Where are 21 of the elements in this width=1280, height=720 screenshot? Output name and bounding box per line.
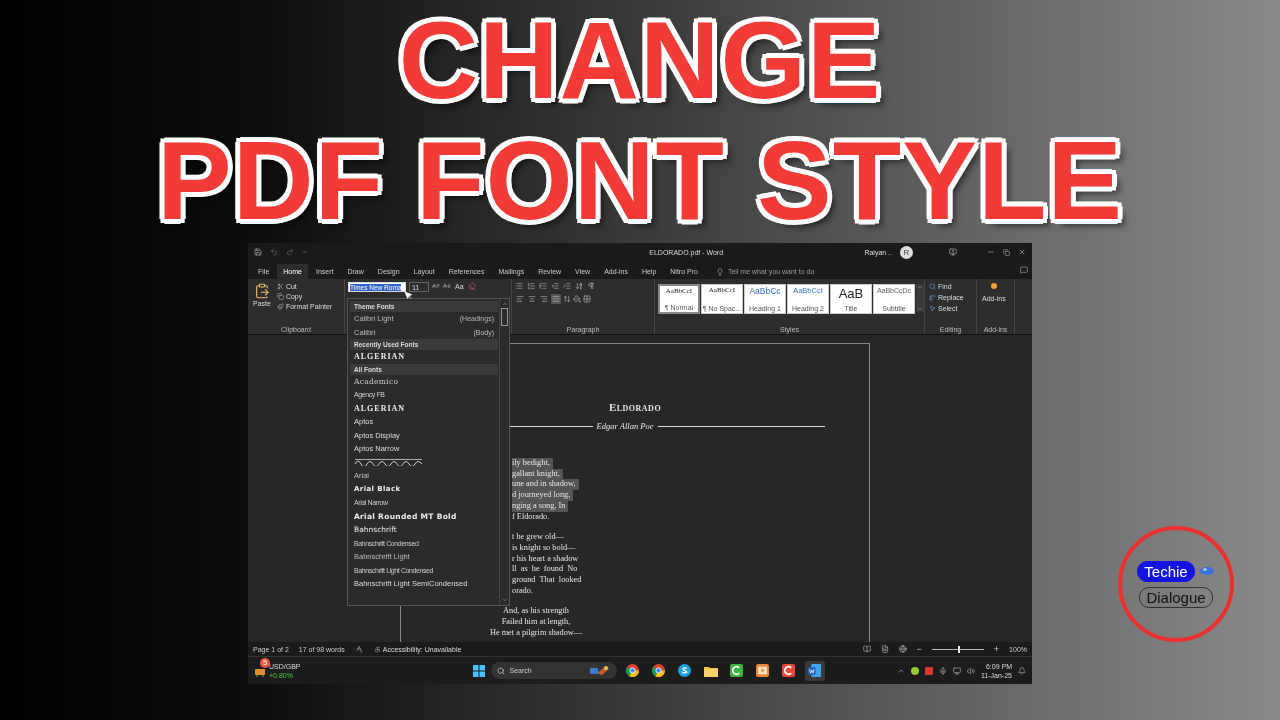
headline: CHANGE (398, 0, 882, 120)
poem-line: r his heart a shadow (512, 553, 579, 565)
logo-word: Techie (1137, 560, 1195, 582)
poem-line: Failed him at length, (501, 617, 571, 628)
poem-line: ll as he found No (512, 564, 578, 576)
document-title: Eldorado (608, 401, 662, 413)
zoom-out-button[interactable]: − (916, 644, 922, 654)
user-avatar[interactable]: R (900, 245, 913, 259)
poem-line: is knight so bold— (512, 542, 576, 554)
headline: PDF FONT STYLE (157, 121, 1123, 243)
poem-line: orado. (512, 585, 533, 597)
poem-line: ground That looked (512, 575, 582, 586)
font-option[interactable]: ALGERIAN (350, 401, 498, 415)
logo-word: Dialogue (1139, 586, 1213, 608)
poem-line: He met a pilgrim shadow— (489, 627, 583, 639)
poem-line: f Eldorado. (512, 511, 550, 523)
author-name: Edgar Allan Poe (596, 421, 654, 431)
poem-line: And, as his strength (503, 606, 569, 618)
zoom-in-button[interactable]: + (993, 644, 1000, 654)
font-option[interactable]: ALGERIAN (350, 350, 498, 364)
poem-line: t he grew old— (512, 532, 564, 543)
